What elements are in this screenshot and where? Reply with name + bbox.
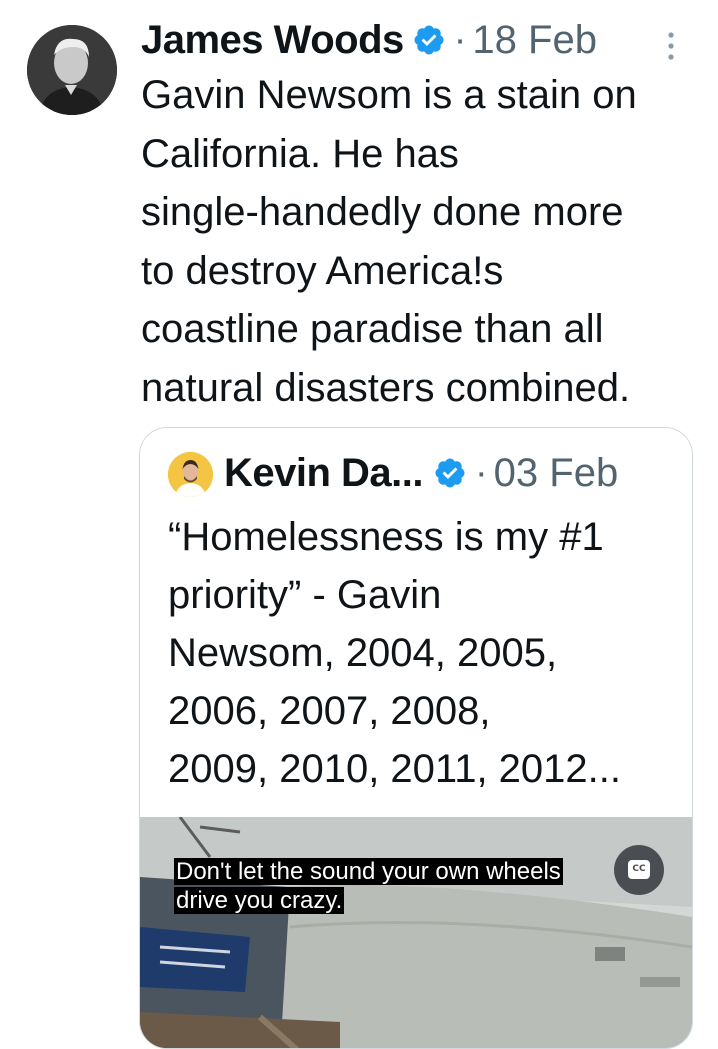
video-frame xyxy=(140,817,692,1048)
user-avatar-icon xyxy=(27,25,117,115)
video-caption: Don't let the sound your own wheels driv… xyxy=(174,857,563,915)
quoted-tweet[interactable]: Kevin Da... · 03 Feb “Homelessness is my… xyxy=(139,427,693,1049)
quoted-tweet-header: Kevin Da... · 03 Feb xyxy=(224,447,618,499)
tweet-date[interactable]: 18 Feb xyxy=(472,18,597,63)
closed-captions-button[interactable]: CC xyxy=(614,845,664,895)
quoted-author-name[interactable]: Kevin Da... xyxy=(224,451,424,496)
closed-captions-icon: CC xyxy=(628,860,650,879)
quoted-tweet-date[interactable]: 03 Feb xyxy=(494,451,619,496)
video-player[interactable]: Don't let the sound your own wheels driv… xyxy=(140,817,692,1048)
verified-badge-icon xyxy=(433,456,467,490)
author-name[interactable]: James Woods xyxy=(141,18,404,63)
tweet-text: Gavin Newsom is a stain on California. H… xyxy=(141,73,637,410)
tweet[interactable]: James Woods · 18 Feb Gavin Newsom is a s… xyxy=(0,0,718,1049)
quoted-tweet-text: “Homelessness is my #1 priority” - Gavin… xyxy=(168,515,621,791)
more-options-icon[interactable] xyxy=(664,30,678,62)
user-avatar-icon xyxy=(168,452,213,497)
verified-badge-icon xyxy=(412,23,446,57)
caption-line-1: Don't let the sound your own wheels xyxy=(174,858,563,885)
quoted-author-avatar[interactable] xyxy=(168,452,213,497)
tweet-header: James Woods · 18 Feb xyxy=(141,14,597,66)
caption-line-2: drive you crazy. xyxy=(174,887,345,914)
separator-dot: · xyxy=(453,18,467,61)
author-avatar[interactable] xyxy=(27,25,117,115)
separator-dot: · xyxy=(475,451,488,494)
